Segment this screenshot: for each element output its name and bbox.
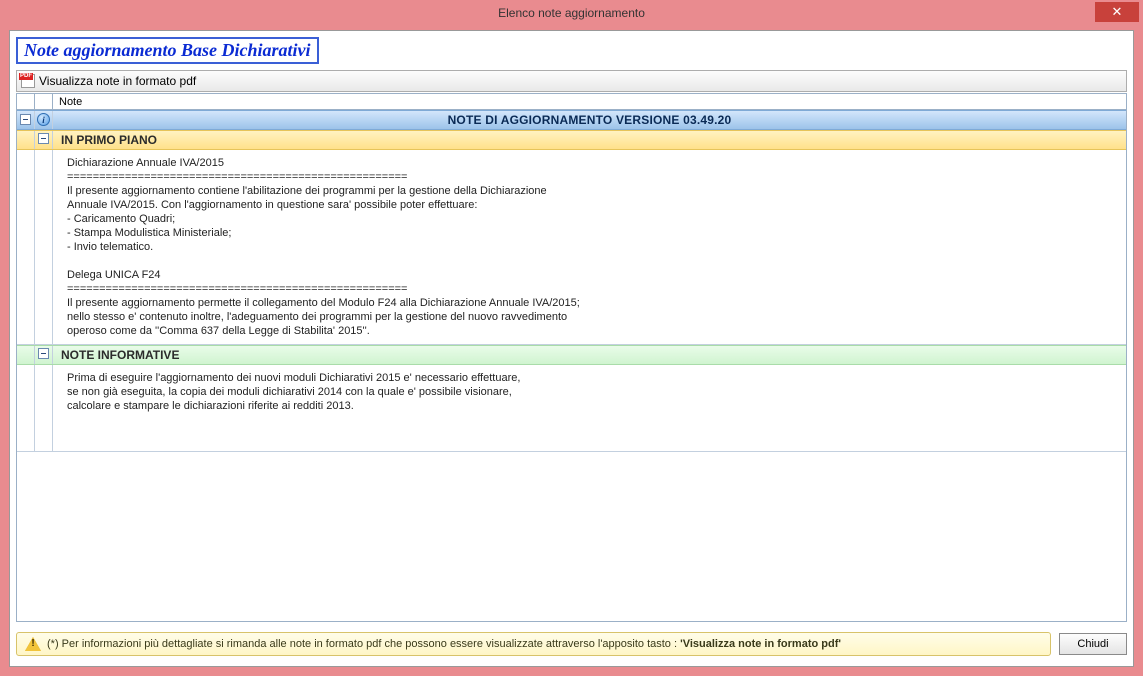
- footer-hint-bold: 'Visualizza note in formato pdf': [680, 638, 841, 650]
- note-informative-text: Prima di eseguire l'aggiornamento dei nu…: [53, 365, 1126, 451]
- window-title: Elenco note aggiornamento: [498, 6, 645, 20]
- grid-header: Note: [17, 94, 1126, 110]
- pdf-icon: [21, 74, 35, 88]
- note-informative-body-row: Prima di eseguire l'aggiornamento dei nu…: [17, 365, 1126, 452]
- note-informative-header: NOTE INFORMATIVE: [17, 345, 1126, 365]
- collapse-icon[interactable]: [38, 348, 49, 359]
- footer-hint: (*) Per informazioni più dettagliate si …: [16, 632, 1051, 656]
- main-panel: Note aggiornamento Base Dichiarativi Vis…: [9, 30, 1134, 667]
- page-title: Note aggiornamento Base Dichiarativi: [16, 37, 319, 64]
- view-pdf-label: Visualizza note in formato pdf: [39, 74, 196, 88]
- footer: (*) Per informazioni più dettagliate si …: [16, 628, 1127, 660]
- info-icon: [37, 113, 50, 126]
- version-title: NOTE DI AGGIORNAMENTO VERSIONE 03.49.20: [53, 111, 1126, 129]
- note-informative-title: NOTE INFORMATIVE: [53, 346, 1126, 364]
- titlebar: Elenco note aggiornamento ✕: [0, 0, 1143, 26]
- window-close-button[interactable]: ✕: [1095, 2, 1139, 22]
- grid-header-note: Note: [53, 94, 1126, 109]
- primo-piano-title: IN PRIMO PIANO: [53, 131, 1126, 149]
- warning-icon: [25, 637, 41, 651]
- version-row: NOTE DI AGGIORNAMENTO VERSIONE 03.49.20: [17, 110, 1126, 130]
- collapse-icon[interactable]: [38, 133, 49, 144]
- primo-piano-text: Dichiarazione Annuale IVA/2015 =========…: [53, 150, 1126, 344]
- collapse-icon[interactable]: [20, 114, 31, 125]
- primo-piano-header: IN PRIMO PIANO: [17, 130, 1126, 150]
- notes-grid: Note NOTE DI AGGIORNAMENTO VERSIONE 03.4…: [16, 93, 1127, 622]
- view-pdf-button[interactable]: Visualizza note in formato pdf: [16, 70, 1127, 92]
- close-button[interactable]: Chiudi: [1059, 633, 1127, 655]
- footer-hint-text: (*) Per informazioni più dettagliate si …: [47, 638, 677, 650]
- primo-piano-body-row: Dichiarazione Annuale IVA/2015 =========…: [17, 150, 1126, 345]
